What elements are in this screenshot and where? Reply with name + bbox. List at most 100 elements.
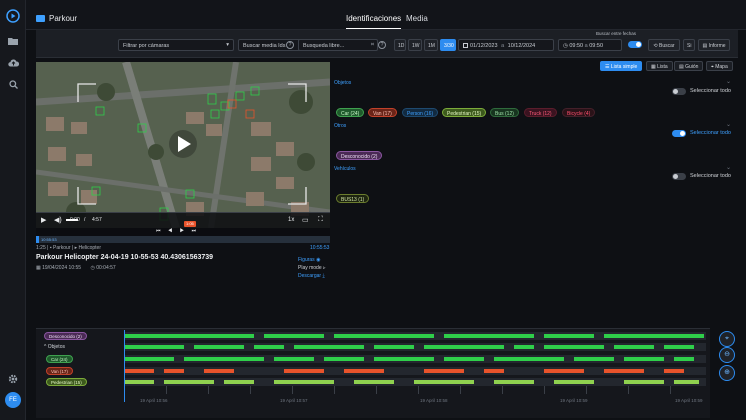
chip-car[interactable]: Car (24): [336, 108, 365, 117]
chip-person[interactable]: Person (16): [402, 108, 439, 117]
range-1m-button[interactable]: 1M: [424, 39, 438, 51]
timeline-segment[interactable]: [224, 380, 254, 384]
range-1w-button[interactable]: 1W: [408, 39, 422, 51]
objects-select-all-toggle[interactable]: [672, 88, 686, 95]
map-pin-icon[interactable]: ⌖: [719, 331, 735, 347]
timeline-segment[interactable]: [444, 357, 484, 361]
timeline-segment[interactable]: [374, 357, 434, 361]
timeline-segment[interactable]: [664, 345, 694, 349]
timeline-segment[interactable]: [494, 357, 564, 361]
timeline-segment[interactable]: [664, 369, 684, 373]
seek-bar[interactable]: [36, 212, 330, 213]
help-icon[interactable]: ?: [286, 41, 294, 49]
timeline-segment[interactable]: [674, 357, 694, 361]
chip-unknown[interactable]: Desconocido (2): [336, 151, 383, 160]
timeline-segment[interactable]: [124, 369, 154, 373]
timeline-segment[interactable]: [284, 369, 324, 373]
chip-van[interactable]: Van (17): [368, 108, 397, 117]
play-mode-link[interactable]: Play mode ▹: [298, 265, 326, 271]
others-select-all-toggle[interactable]: [672, 130, 686, 137]
timeline-segment[interactable]: [124, 380, 154, 384]
view-simple-list-button[interactable]: ☰ Lista simple: [600, 61, 643, 71]
timeline-segment[interactable]: [124, 357, 174, 361]
timeline-segment[interactable]: [374, 345, 414, 349]
speed-button[interactable]: 1x: [288, 217, 294, 223]
timeline-segment[interactable]: [574, 357, 614, 361]
help-icon[interactable]: ?: [378, 41, 386, 49]
folder-icon[interactable]: [5, 33, 21, 49]
camera-filter-select[interactable]: Filtrar por cámaras ▾: [118, 39, 234, 51]
figures-link[interactable]: Figuras ◉: [298, 257, 320, 263]
timeline-segment[interactable]: [264, 334, 324, 338]
play-overlay-icon[interactable]: [169, 130, 197, 158]
timeline-segment[interactable]: [124, 345, 184, 349]
timeline-segment[interactable]: [514, 345, 534, 349]
timeline-group-objects[interactable]: ^ Objetos: [44, 344, 65, 350]
timeline-segment[interactable]: [414, 380, 474, 384]
timeline-segment[interactable]: [544, 369, 584, 373]
timeline-segment[interactable]: [194, 345, 244, 349]
view-script-button[interactable]: ▤ Guión: [674, 61, 704, 71]
media-camera[interactable]: Helicopter: [78, 245, 101, 251]
timeline-segment[interactable]: [344, 369, 384, 373]
timeline-segment[interactable]: [494, 380, 534, 384]
range-1d-button[interactable]: 1D: [394, 39, 406, 51]
pip-icon[interactable]: ▭: [302, 216, 309, 224]
timeline-segment[interactable]: [624, 380, 664, 384]
tab-identificaciones[interactable]: Identificaciones: [346, 14, 402, 29]
gear-icon[interactable]: [5, 371, 21, 387]
timeline-segment[interactable]: [554, 380, 594, 384]
upload-cloud-icon[interactable]: [5, 55, 21, 71]
search-icon[interactable]: [5, 76, 21, 92]
timeline-segment[interactable]: [424, 345, 504, 349]
zoom-in-icon[interactable]: ⊕: [719, 365, 735, 381]
timeline-segment[interactable]: [484, 369, 504, 373]
zoom-out-icon[interactable]: ⊖: [719, 347, 735, 363]
timeline-segment[interactable]: [124, 334, 254, 338]
chevron-down-icon[interactable]: ⌄: [726, 164, 731, 171]
date-range-picker[interactable]: 01/12/2023 a 10/12/2024: [458, 39, 554, 51]
timeline-segment[interactable]: [674, 380, 699, 384]
chip-pedestrian[interactable]: Pedestrian (15): [442, 108, 487, 117]
timeline-segment[interactable]: [184, 357, 264, 361]
view-list-button[interactable]: ▦ Lista: [646, 61, 673, 71]
timeline-segment[interactable]: [254, 345, 284, 349]
timeline-segment[interactable]: [604, 369, 644, 373]
chevron-down-icon[interactable]: ⌄: [726, 78, 731, 85]
search-button[interactable]: ⟲ Buscar: [648, 39, 680, 51]
si-button[interactable]: Si: [683, 39, 695, 51]
breadcrumb[interactable]: Parkour: [36, 14, 77, 23]
timeline-segment[interactable]: [544, 334, 594, 338]
volume-icon[interactable]: ◀): [54, 216, 62, 224]
chip-bus13[interactable]: BUS13 (1): [336, 194, 370, 203]
timeline-segment[interactable]: [324, 357, 364, 361]
timeline-segment[interactable]: [354, 380, 394, 384]
play-icon[interactable]: ▶: [41, 216, 46, 224]
range-custom-button[interactable]: 3/30: [440, 39, 456, 51]
timeline-segment[interactable]: [274, 357, 314, 361]
timeline-segment[interactable]: [614, 345, 654, 349]
view-map-button[interactable]: ⌖ Mapa: [706, 61, 733, 71]
timeline-segment[interactable]: [424, 369, 464, 373]
timeline-label-car[interactable]: Car (24): [46, 355, 73, 363]
media-progress-bar[interactable]: 10:55:53: [36, 236, 330, 243]
timeline-segment[interactable]: [444, 334, 534, 338]
download-link[interactable]: Descargar ⤓: [298, 273, 325, 279]
timeline-segment[interactable]: [204, 369, 234, 373]
chip-bicycle[interactable]: Bicycle (4): [562, 108, 596, 117]
media-project[interactable]: Parkour: [53, 245, 71, 251]
timeline-segment[interactable]: [544, 345, 604, 349]
play-circle-icon[interactable]: [5, 8, 21, 24]
timeline-segment[interactable]: [624, 357, 664, 361]
timeline-segment[interactable]: [164, 380, 214, 384]
time-range-picker[interactable]: ◷ 09:50 a 09:50: [558, 39, 622, 51]
timeline-segment[interactable]: [334, 334, 434, 338]
free-search-input[interactable]: Busqueda libre... ⌗: [298, 39, 378, 51]
timeline-segment[interactable]: [604, 334, 704, 338]
timeline-segment[interactable]: [274, 380, 334, 384]
between-dates-toggle[interactable]: [628, 41, 642, 48]
chevron-down-icon[interactable]: ⌄: [726, 121, 731, 128]
frame-step-controls[interactable]: ⏮ ◀ ▶ ⏭: [156, 228, 199, 234]
video-player[interactable]: [36, 62, 330, 228]
vehicles-select-all-toggle[interactable]: [672, 173, 686, 180]
